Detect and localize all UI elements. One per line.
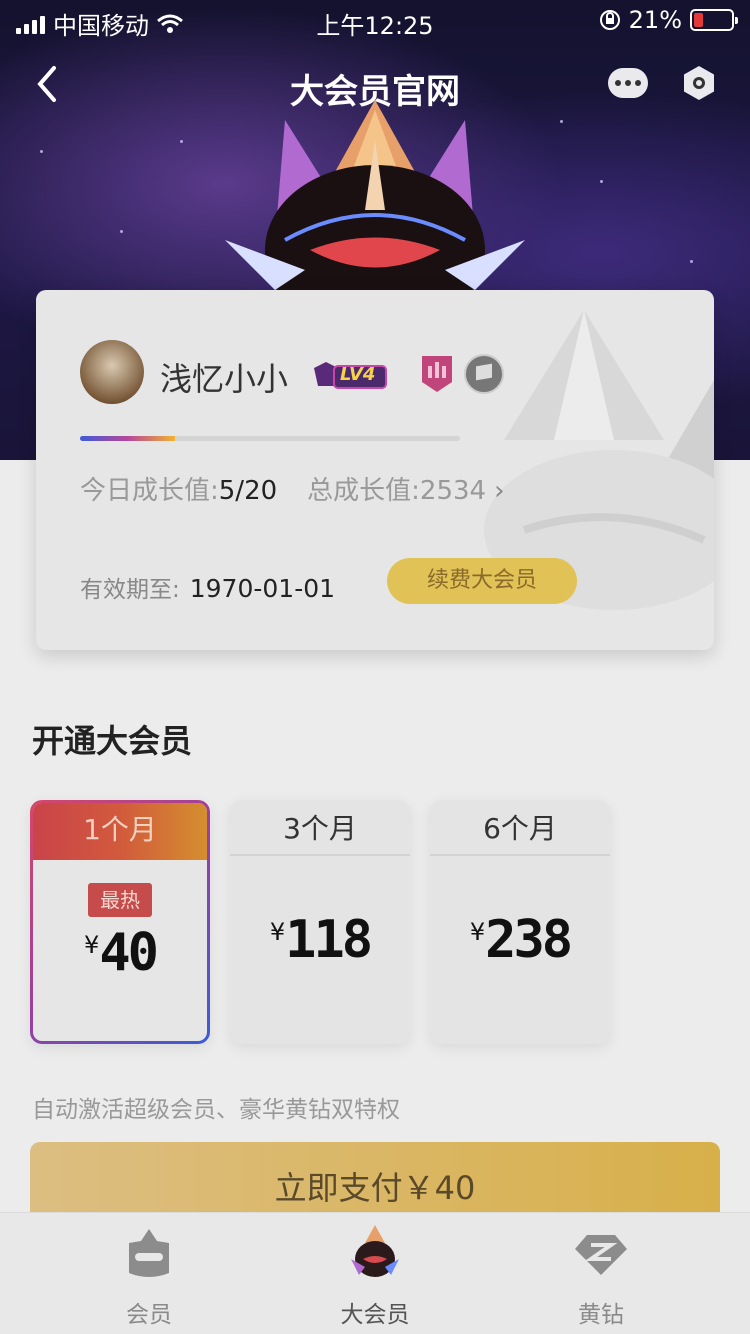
member-icon (129, 1229, 169, 1277)
avatar[interactable] (80, 340, 144, 404)
hot-tag: 最热 (88, 883, 152, 917)
today-growth-label: 今日成长值: (80, 476, 219, 506)
chevron-right-icon[interactable]: › (494, 476, 504, 506)
tab-yellow-diamond[interactable]: 黄钻 (526, 1223, 676, 1329)
tab-member[interactable]: 会员 (74, 1223, 224, 1329)
username: 浅忆小小 (160, 360, 289, 398)
navigation-bar: 大会员官网 (0, 52, 750, 116)
yellow-diamond-icon (575, 1235, 627, 1275)
tab-label: 会员 (126, 1302, 172, 1328)
plan-period: 1个月 (33, 803, 207, 860)
bottom-tab-bar: 会员 大会员 黄钻 (0, 1212, 750, 1334)
plan-price: ¥238 (469, 910, 573, 970)
status-bar: 中国移动 上午12:25 21% (0, 0, 750, 40)
plan-option-3-months[interactable]: 3个月 ¥118 (230, 800, 410, 1044)
rank-badge-icon (422, 356, 452, 392)
battery-icon (690, 9, 738, 31)
vip-mascot-icon (351, 1225, 399, 1277)
total-growth-label[interactable]: 总成长值: (307, 476, 420, 506)
expiry-label: 有效期至: (80, 577, 180, 603)
member-card: 浅忆小小 LV4 今日成长值:5/20 总成长值:2534 › 有效期至: 1970-… (36, 290, 714, 650)
expiry-date: 1970-01-01 (189, 574, 336, 603)
plan-period: 6个月 (430, 800, 610, 856)
tab-label: 黄钻 (578, 1302, 624, 1328)
section-title: 开通大会员 (32, 722, 193, 760)
more-menu-button[interactable] (608, 68, 648, 98)
growth-values: 今日成长值:5/20 总成长值:2534 › (80, 470, 505, 507)
today-growth-value: 5/20 (218, 476, 278, 506)
plan-period: 3个月 (230, 800, 410, 856)
rotation-lock-icon (599, 10, 620, 30)
page: 中国移动 上午12:25 21% 大会员官网 浅忆小小 LV4 今日成长值:5/… (0, 0, 750, 1334)
level-badge: LV4 (312, 360, 388, 392)
total-growth-value[interactable]: 2534 (420, 476, 486, 506)
plan-option-1-month[interactable]: 1个月 最热 ¥40 (30, 800, 210, 1044)
settings-icon[interactable] (680, 64, 718, 102)
plan-price: ¥118 (269, 910, 373, 970)
plan-price: ¥40 (84, 923, 159, 983)
flag-badge-icon (464, 354, 504, 394)
renew-button[interactable]: 续费大会员 (387, 558, 577, 604)
tab-vip[interactable]: 大会员 (300, 1223, 450, 1329)
privilege-description: 自动激活超级会员、豪华黄钻双特权 (32, 1097, 400, 1123)
plan-option-6-months[interactable]: 6个月 ¥238 (430, 800, 610, 1044)
expiry-info: 有效期至: 1970-01-01 (80, 570, 335, 604)
growth-progress-bar (80, 436, 460, 441)
tab-label: 大会员 (340, 1302, 410, 1328)
battery-percent: 21% (628, 6, 682, 34)
